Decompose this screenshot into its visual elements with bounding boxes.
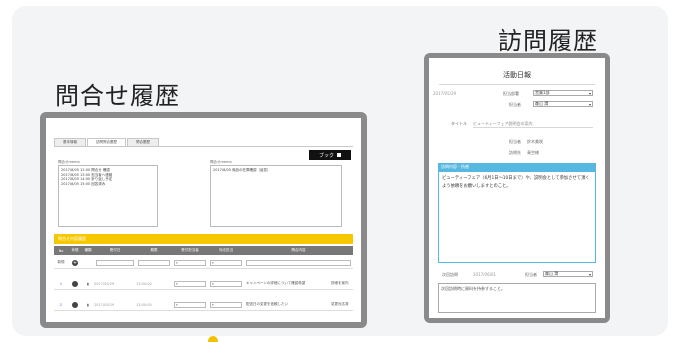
- header-type: 種類: [84, 248, 92, 252]
- department-value: 営業1部: [535, 90, 550, 95]
- table-header: No 状態 種類 受付日 期限 受付担当者 対応担当 問合内容: [54, 246, 353, 255]
- tab-visit-history[interactable]: 訪問問合履歴: [87, 138, 126, 146]
- row-note: 詳細を案内: [331, 281, 349, 285]
- tab-inquiry-history[interactable]: 問合履歴: [127, 138, 159, 146]
- chevron-down-icon: ▾: [588, 90, 591, 96]
- header-deadline: 期限: [150, 248, 158, 252]
- row-content: キャンペーンの詳細について確認希望: [246, 281, 306, 285]
- pagination-dot[interactable]: [208, 336, 218, 342]
- inquiry-history-screenshot: 基本情報 訪問問合履歴 問合履歴 ブック 問合せmemo 2017/8/05 1…: [40, 112, 367, 328]
- next-visit-note[interactable]: 次回訪問時に資料を持参すること。: [438, 283, 596, 313]
- inquiry-history-title: 問合せ履歴: [55, 82, 180, 110]
- time-input[interactable]: [138, 259, 170, 266]
- header-content: 問合内容: [291, 248, 306, 252]
- row-no[interactable]: 2: [54, 303, 68, 307]
- staff-select[interactable]: 森山 潤 ▾: [533, 101, 593, 107]
- department-select[interactable]: 営業1部 ▾: [533, 90, 593, 96]
- visit-target-label: 訪問先: [509, 150, 521, 155]
- row-date: 2017/05/29: [94, 281, 115, 286]
- report-date: 2017/05/29: [433, 91, 457, 96]
- square-icon: [337, 153, 341, 157]
- visit-history-title: 訪問履歴: [498, 27, 598, 55]
- trash-icon[interactable]: ▮: [82, 303, 94, 307]
- row-status-cell: [68, 280, 82, 287]
- book-button-label: ブック: [318, 152, 334, 159]
- header-no: No: [58, 248, 64, 253]
- plus-icon[interactable]: +: [72, 259, 78, 266]
- row-no[interactable]: 1: [54, 282, 68, 286]
- row-content: 配送日の変更を依頼したい: [246, 302, 288, 306]
- row-note: 変更対応済: [331, 302, 349, 306]
- staff-label: 担当者: [509, 102, 521, 107]
- subject-underline: [473, 127, 593, 128]
- header-handler: 対応担当: [219, 248, 233, 252]
- memo2-textarea[interactable]: 2017/8/05 商品の在庫確認（返答）: [210, 165, 342, 227]
- status-dot-icon: [72, 301, 78, 308]
- department-label: 担当部署: [503, 91, 519, 96]
- inquiry-screen: 基本情報 訪問問合履歴 問合履歴 ブック 問合せmemo 2017/8/05 1…: [46, 118, 361, 322]
- footer-staff-label: 担当者: [525, 272, 537, 277]
- visit-history-screenshot: 活動日報 2017/05/29 担当部署 営業1部 ▾ 担当者 森山 潤 ▾ タイト…: [424, 53, 610, 323]
- person-label: 担当者: [509, 139, 521, 144]
- activity-report-screen: 活動日報 2017/05/29 担当部署 営業1部 ▾ 担当者 森山 潤 ▾ タイト…: [429, 58, 605, 318]
- status-dot-icon: [72, 280, 78, 287]
- chevron-down-icon: ▾: [588, 101, 591, 107]
- book-button[interactable]: ブック: [309, 150, 351, 160]
- table-row: 新規 + ▾ ▾: [54, 257, 353, 269]
- receiver-select[interactable]: ▾: [174, 259, 206, 266]
- tab-bar: 基本情報 訪問問合履歴 問合履歴: [54, 138, 160, 146]
- trash-icon[interactable]: ▮: [82, 282, 94, 286]
- row-time: 13:00:00: [136, 281, 152, 286]
- next-visit-date[interactable]: 2017/06/01: [473, 272, 496, 277]
- row-no: 新規: [57, 260, 65, 264]
- visit-target-value: 青空様: [527, 150, 539, 155]
- footer-staff-value: 森山 潤: [545, 271, 559, 276]
- handler-select[interactable]: ▾: [210, 259, 242, 266]
- table-row: 1 ▮ 2017/05/29 13:00:00 ▾ ▾ キャンペーンの詳細につい…: [54, 278, 353, 290]
- receiver-select[interactable]: ▾: [174, 280, 206, 287]
- date-input[interactable]: [96, 259, 134, 266]
- next-visit-label: 次回訪問: [442, 272, 458, 277]
- row-time: 13:00:00: [136, 302, 152, 307]
- memo2-line: 2017/8/05 商品の在庫確認（返答）: [213, 168, 271, 172]
- footer-staff-select[interactable]: 森山 潤 ▾: [543, 271, 593, 277]
- table-row: 2 ▮ 2017/05/29 13:00:00 ▾ ▾ 配送日の変更を依頼したい…: [54, 299, 353, 311]
- visit-content-header: 訪問内容・所感: [438, 163, 596, 171]
- activity-report-title: 活動日報: [503, 71, 531, 79]
- chevron-down-icon: ▾: [588, 271, 591, 277]
- header-receiver: 受付担当者: [181, 248, 199, 252]
- content-input[interactable]: [246, 259, 351, 266]
- receiver-select[interactable]: ▾: [174, 301, 206, 308]
- tab-basic-info[interactable]: 基本情報: [54, 138, 86, 146]
- handler-select[interactable]: ▾: [210, 280, 242, 287]
- memo1-line: 2017/8/05 15:00 回答済み: [61, 181, 106, 186]
- header-status: 状態: [71, 248, 79, 252]
- row-status-cell: [68, 301, 82, 308]
- title-divider: [439, 84, 595, 85]
- row-status-cell: +: [68, 259, 82, 266]
- memo1-textarea[interactable]: 2017/8/05 12:00 問合せ 確認 2017/8/05 13:00 担…: [58, 165, 158, 227]
- header-date: 受付日: [109, 248, 121, 252]
- person-value: 鈴木美咲: [527, 139, 543, 144]
- staff-value: 森山 潤: [535, 101, 549, 106]
- inquiry-section-bar: 問合せ内容履歴: [54, 234, 353, 244]
- handler-select[interactable]: ▾: [210, 301, 242, 308]
- subject-label: タイトル: [451, 121, 467, 126]
- tab-divider: [54, 146, 353, 147]
- row-date: 2017/05/29: [94, 302, 115, 307]
- visit-content-textarea[interactable]: ビューティーフェア（6月1日〜10日まで）や、説明会として参加させて頂くよう依頼…: [438, 171, 596, 263]
